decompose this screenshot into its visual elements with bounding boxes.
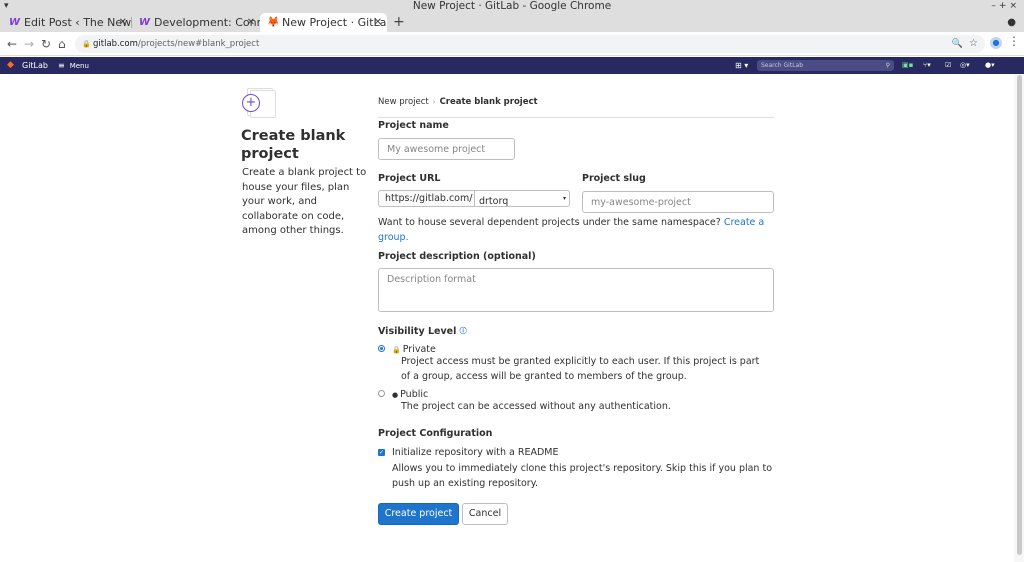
window-title-bar: ▾ New Project · GitLab - Google Chrome –… [0,0,1024,13]
readme-help-text: Allows you to immediately clone this pro… [392,463,773,489]
readme-checkbox-label[interactable]: Initialize repository with a README [392,447,558,459]
lock-icon: 🔒 [392,346,401,354]
tab-label: New Project · GitLab [282,16,387,29]
menu-button[interactable]: ≡ Menu [58,57,89,75]
tab-edit-post[interactable]: W Edit Post ‹ The New ✕ [2,13,132,32]
blank-project-illustration: + [242,88,276,118]
tab-label: Edit Post ‹ The New [24,16,132,29]
project-slug-label: Project slug [582,173,646,184]
gitlab-fox-icon: 🦊 [267,17,280,28]
divider [378,117,774,118]
visibility-level-label: Visibility Level ⓘ [378,326,467,337]
forward-icon[interactable]: → [24,35,34,53]
project-configuration-label: Project Configuration [378,428,493,439]
window-menu-icon[interactable]: ▾ [4,0,9,13]
public-radio[interactable] [378,390,385,397]
gitlab-navbar: ◆ GitLab ≡ Menu ⊞ ▾ Search GitLab ⚲ ▣▪ ⑂▾… [0,57,1024,74]
project-slug-input[interactable] [582,191,774,213]
search-gitlab-input[interactable]: Search GitLab ⚲ [757,60,894,71]
gitlab-brand[interactable]: GitLab [22,57,48,74]
chevron-down-icon: ▾ [562,195,566,202]
breadcrumb-current: Create blank project [439,97,538,107]
address-bar[interactable]: 🔒 gitlab.com/projects/new#blank_project … [75,35,985,53]
create-project-button[interactable]: Create project [378,503,459,525]
breadcrumb: New project › Create blank project [378,96,538,108]
zoom-icon[interactable]: 🔍 [952,35,963,53]
project-url-group: https://gitlab.com/ drtorq ▾ [378,190,570,207]
issues-icon[interactable]: ▣▪ [902,57,913,74]
tab-development[interactable]: W Development: Conn ✕ [132,13,260,32]
plus-icon: + [242,94,260,112]
url-path: /projects/new#blank_project [137,39,260,49]
todos-icon[interactable]: ☑ [945,57,951,74]
tab-strip: W Edit Post ‹ The New ✕ W Development: C… [0,13,1024,32]
window-controls[interactable]: –+× [991,0,1020,13]
search-icon: ⚲ [885,62,890,69]
tab-label: Development: Conn [154,16,260,29]
user-avatar-icon[interactable]: ●▾ [985,57,995,74]
namespace-value: drtorq [479,196,509,207]
tab-new-project[interactable]: 🦊 New Project · GitLab ✕ [260,13,387,32]
scrollbar-thumb[interactable] [1017,75,1022,555]
home-icon[interactable]: ⌂ [58,35,66,53]
private-option-description: Project access must be granted explicitl… [401,356,760,382]
merge-requests-icon[interactable]: ⑂▾ [923,57,931,74]
window-title: New Project · GitLab - Google Chrome [412,0,612,12]
close-tab-icon[interactable]: ✕ [374,13,382,32]
project-name-label: Project name [378,120,449,131]
help-icon[interactable]: ◎▾ [960,57,970,74]
public-option-description: The project can be accessed without any … [401,401,671,412]
tab-search-icon[interactable]: ● [1007,13,1016,32]
question-circle-icon[interactable]: ⓘ [460,327,467,335]
toolbar: ← → ↻ ⌂ 🔒 gitlab.com/projects/new#blank_… [0,32,1024,56]
url-host: gitlab.com [93,39,138,49]
wordpress-icon: W [9,17,21,28]
gitlab-logo-icon[interactable]: ◆ [7,57,14,74]
namespace-select[interactable]: drtorq ▾ [474,190,570,207]
page-title: Create blank project [241,128,346,162]
page-description: Create a blank project to house your fil… [242,167,367,236]
breadcrumb-new-project[interactable]: New project [378,97,429,107]
back-icon[interactable]: ← [7,35,17,53]
chevron-right-icon: › [432,98,436,106]
project-name-input[interactable] [378,138,515,160]
private-radio[interactable] [378,345,385,352]
wordpress-icon: W [139,17,151,28]
close-tab-icon[interactable]: ✕ [247,13,255,32]
project-description-label: Project description (optional) [378,251,536,262]
new-tab-button[interactable]: + [393,13,405,32]
project-url-prefix: https://gitlab.com/ [378,190,475,207]
readme-checkbox[interactable]: ✓ [378,449,385,456]
profile-avatar-icon[interactable]: ● [990,37,1002,49]
namespace-help-text: Want to house several dependent projects… [378,217,765,243]
chrome-menu-icon[interactable]: ⋮ [1008,34,1020,48]
reload-icon[interactable]: ↻ [41,35,51,53]
new-dropdown-icon[interactable]: ⊞ ▾ [735,57,748,74]
hamburger-icon: ≡ [58,61,65,70]
lock-icon[interactable]: 🔒 [82,35,91,53]
bookmark-star-icon[interactable]: ☆ [969,35,978,53]
project-description-textarea[interactable] [378,268,774,312]
globe-icon: ● [392,391,399,399]
project-url-label: Project URL [378,173,441,184]
close-tab-icon[interactable]: ✕ [119,13,127,32]
cancel-button[interactable]: Cancel [462,503,508,525]
